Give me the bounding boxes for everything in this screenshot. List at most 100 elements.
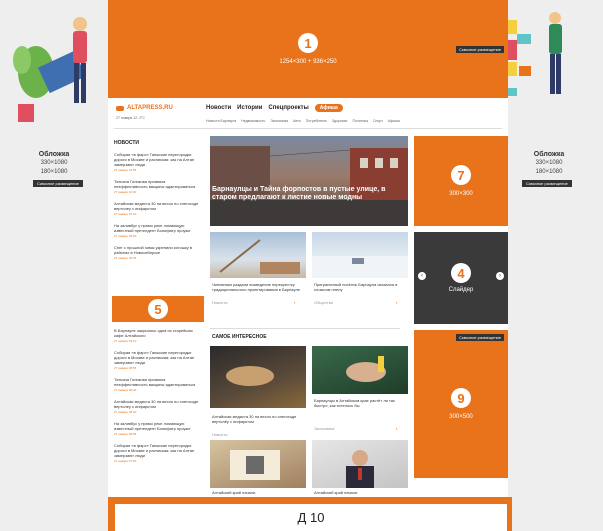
list-item[interactable]: На заливбус у прямо реке ломающую извест… (114, 421, 200, 437)
news-title: Снег с прошлой зимы укрепили котошку в р… (114, 245, 193, 255)
bottom-banner[interactable]: Д 10 (115, 504, 507, 531)
road-image-icon (226, 366, 274, 386)
construction-image-icon (219, 239, 300, 274)
list-item[interactable]: Алтайская медиста 30 на весоо по снегохо… (114, 399, 200, 415)
comments-icon: ▪ (396, 426, 398, 431)
subnav-item[interactable]: Спорт (373, 119, 383, 123)
subnav-item[interactable]: Авто (293, 119, 301, 123)
card-image[interactable] (210, 440, 306, 488)
list-item[interactable]: Собирая «в фарс» Ганжские перегородки до… (114, 350, 200, 371)
news-list-top: Собирая «в фарс» Ганжские перегородки до… (114, 152, 200, 267)
slider-next-arrow-icon[interactable]: › (496, 272, 504, 280)
slot-number-1: 1 (298, 33, 318, 53)
right-ad-chip: Сквозное размещение (522, 180, 572, 187)
site-logo[interactable]: ALTAPRESS.RU (116, 105, 173, 111)
card-image[interactable] (312, 346, 408, 394)
slot-7[interactable]: 7 300×300 (414, 136, 508, 226)
slot-number-4: 4 (451, 263, 471, 283)
hand-image-icon (346, 356, 386, 382)
left-ad-title: Обложка (38, 151, 70, 158)
news-title: На заливбус у прямо реке ломающую извест… (114, 421, 191, 431)
slot-number-9: 9 (451, 388, 471, 408)
news-meta: 27 января 09:10 (114, 339, 137, 343)
bottom-banner-label: Д 10 (297, 510, 325, 525)
card-image[interactable] (210, 232, 306, 278)
card-caption[interactable]: Алтайский край начали (314, 490, 404, 495)
main-nav: Новости Истории Спецпроекты Афиша (206, 104, 343, 112)
hero-image[interactable] (210, 136, 408, 226)
list-item[interactable]: На заливбус у прямо реке ломающую извест… (114, 223, 200, 239)
sub-nav: Новости Барнаула Недвижимость Экономика … (206, 119, 400, 123)
news-title: Алтайская медиста 30 на весоо по снегохо… (114, 201, 199, 211)
nav-item-special[interactable]: Спецпроекты (268, 105, 308, 111)
right-ad-size-2: 180×1080 (535, 169, 563, 175)
comments-icon: ▪ (396, 300, 398, 305)
card-caption[interactable]: Чиновники раздали возведение перекрестку… (212, 282, 302, 292)
comments-icon: ▪ (294, 300, 296, 305)
portrait-image-icon (346, 450, 374, 488)
card-meta: Общество (314, 300, 334, 305)
top-banner-dims: 1254×300 + 936×250 (279, 59, 337, 65)
card-image[interactable] (312, 232, 408, 278)
news-meta: 27 января 08:05 (114, 432, 137, 436)
card-meta: Новости (212, 300, 228, 305)
card-caption[interactable]: Алтайская медиста 30 на весоо по снегохо… (212, 414, 302, 424)
section-divider (210, 328, 400, 329)
news-title: Татьяна Голикова призвала неэффективност… (114, 377, 196, 387)
list-item[interactable]: Снег с прошлой зимы укрепили котошку в р… (114, 245, 200, 261)
news-title: Татьяна Голикова призвала неэффективност… (114, 179, 196, 189)
subnav-item[interactable]: Потребитель (306, 119, 327, 123)
slider[interactable]: ‹ 4 Слайдер › (414, 232, 508, 324)
slot-number-7: 7 (451, 165, 471, 185)
left-ad-chip: Сквозное размещение (33, 180, 83, 187)
card-caption[interactable]: Барнаулцы в Алтайском крае растёт ли так… (314, 398, 404, 408)
news-meta: 27 января 08:55 (114, 366, 137, 370)
news-meta: 27 января 08:40 (114, 388, 137, 392)
news-meta: 27 января 10:30 (114, 190, 137, 194)
slot-number-5: 5 (148, 299, 168, 319)
list-item[interactable]: Татьяна Голикова призвала неэффективност… (114, 179, 200, 195)
card-image[interactable] (210, 346, 306, 408)
slider-prev-arrow-icon[interactable]: ‹ (418, 272, 426, 280)
card-caption[interactable]: Алтайский край начали (212, 490, 302, 495)
news-title: Алтайская медиста 30 на весоо по снегохо… (114, 399, 199, 409)
subnav-item[interactable]: Новости Барнаула (206, 119, 236, 123)
list-item[interactable]: Собирая «в фарс» Ганжские перегородки до… (114, 152, 200, 173)
news-meta: 27 января 09:50 (114, 234, 137, 238)
list-item[interactable]: В Барнауле закрылись одна из старейших к… (114, 328, 200, 344)
list-item[interactable]: Татьяна Голикова призвала неэффективност… (114, 377, 200, 393)
paper-image-icon (230, 450, 280, 480)
snow-image-icon (312, 256, 408, 278)
subnav-item[interactable]: Экономика (270, 119, 288, 123)
news-meta: 27 января 07:50 (114, 459, 137, 463)
list-item[interactable]: Алтайская медиста 30 на весоо по снегохо… (114, 201, 200, 217)
card-caption[interactable]: Приграничный посёлок Барнаула оказался в… (314, 282, 404, 292)
subnav-item[interactable]: Политика (352, 119, 368, 123)
list-item[interactable]: Собирая «в фарс» Ганжские перегородки до… (114, 443, 200, 464)
top-banner-badge: Сквозное размещение (456, 46, 504, 53)
right-side-ad[interactable]: Обложка 330×1080 180×1080 Сквозное разме… (495, 0, 603, 531)
right-ad-size-1: 330×1080 (535, 160, 563, 166)
top-banner-slot[interactable]: 1 1254×300 + 936×250 Сквозное размещение (108, 0, 508, 98)
news-title: Собирая «в фарс» Ганжские перегородки до… (114, 152, 195, 167)
subnav-item[interactable]: Здоровье (332, 119, 348, 123)
nav-item-news[interactable]: Новости (206, 105, 231, 111)
right-ad-label: Обложка 330×1080 180×1080 (499, 150, 599, 177)
hero-title[interactable]: Барнаулцы и Тайна форпостов в пустые ули… (212, 186, 402, 202)
slot-9[interactable]: 9 300×500 Сквозное размещение (414, 330, 508, 478)
right-ad-title: Обложка (533, 151, 565, 158)
left-side-ad[interactable]: Обложка 330×1080 180×1080 Сквозное разме… (0, 0, 108, 531)
slot-5[interactable]: 5 (112, 296, 204, 322)
news-meta: 27 января 10:10 (114, 212, 137, 216)
news-meta: 27 января 10:55 (114, 168, 137, 172)
news-title: Собирая «в фарс» Ганжские перегородки до… (114, 443, 195, 458)
slot-9-badge: Сквозное размещение (456, 334, 504, 341)
slot-9-dims: 300×500 (449, 414, 473, 420)
subnav-item[interactable]: Недвижимость (241, 119, 265, 123)
subnav-item[interactable]: Афиша (388, 119, 400, 123)
nav-item-stories[interactable]: Истории (237, 105, 262, 111)
nav-item-afisha[interactable]: Афиша (314, 104, 343, 112)
logo-mark-icon (116, 105, 124, 111)
card-image[interactable] (312, 440, 408, 488)
news-title: В Барнауле закрылись одна из старейших к… (114, 328, 193, 338)
